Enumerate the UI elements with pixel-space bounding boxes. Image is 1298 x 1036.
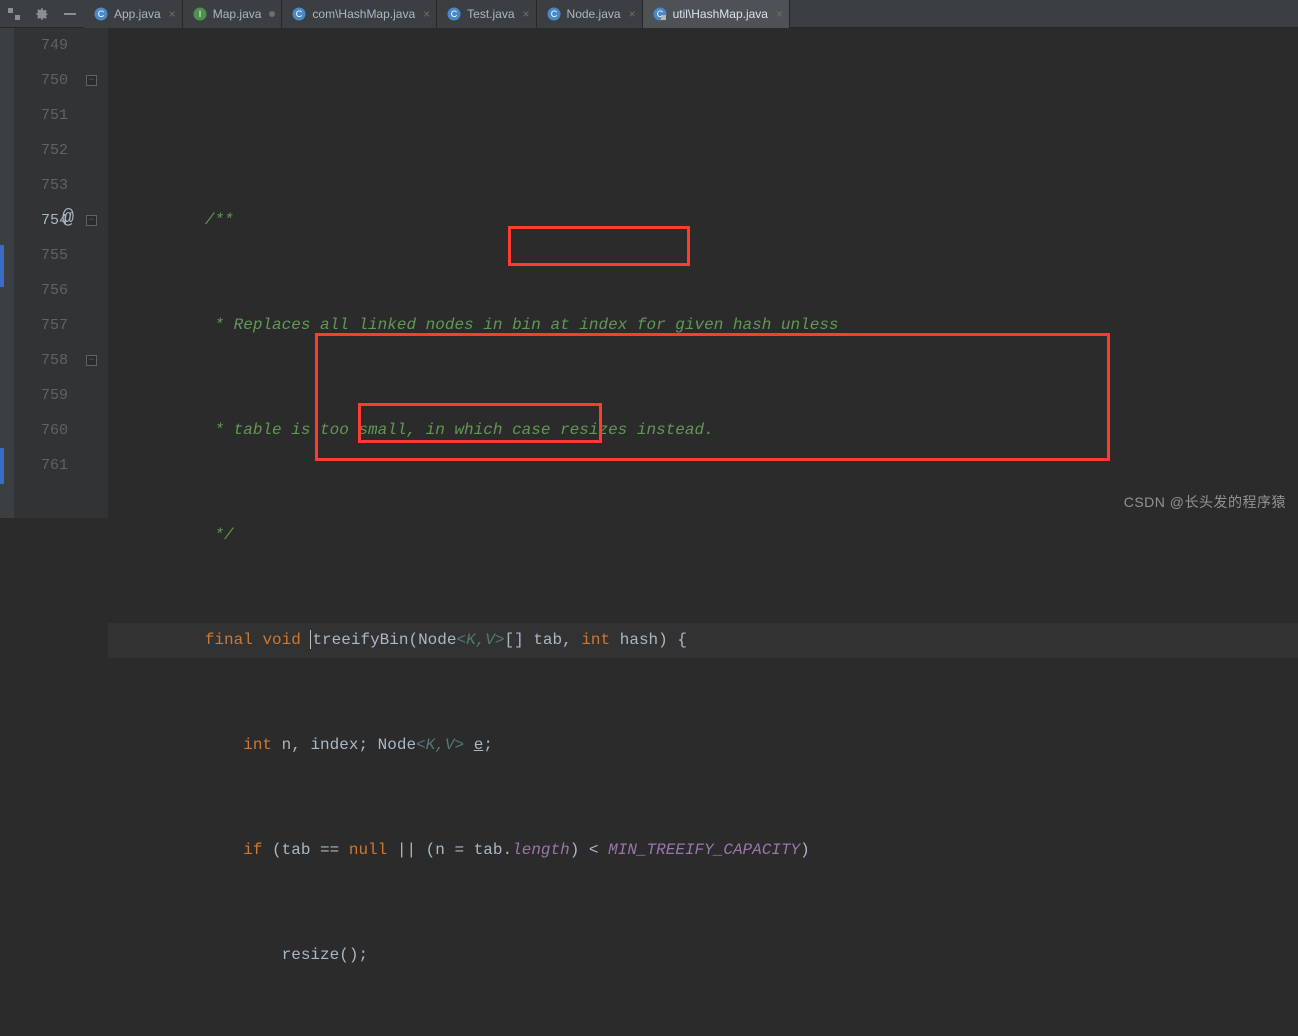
fold-toggle-icon[interactable]: −	[86, 215, 97, 226]
svg-text:C: C	[296, 9, 303, 19]
tab-label: Map.java	[213, 7, 262, 21]
line-number[interactable]: 759	[14, 378, 68, 413]
line-number[interactable]: 753	[14, 168, 68, 203]
code-editor[interactable]: /** * Replaces all linked nodes in bin a…	[108, 28, 1298, 518]
editor-tab[interactable]: I Map.java	[183, 0, 283, 28]
file-icon: I	[193, 7, 207, 21]
top-toolbar: C App.java × I Map.java Ccom\HashMap.java × C Te…	[0, 0, 1298, 28]
editor-area: 749750751752753754755756757758759760761 …	[0, 28, 1298, 518]
line-number[interactable]: 754	[14, 203, 68, 238]
file-icon: C	[94, 7, 108, 21]
tab-label: util\HashMap.java	[673, 7, 768, 21]
file-icon: C	[292, 7, 306, 21]
fold-column[interactable]: −−−@	[82, 28, 108, 518]
svg-text:C: C	[451, 9, 458, 19]
file-icon: C	[547, 7, 561, 21]
svg-text:C: C	[98, 9, 105, 19]
line-number[interactable]: 752	[14, 133, 68, 168]
close-icon[interactable]: ×	[629, 7, 636, 21]
minimize-icon[interactable]	[62, 6, 78, 22]
file-icon: C	[653, 7, 667, 21]
watermark: CSDN @长头发的程序猿	[1124, 492, 1286, 512]
svg-text:C: C	[550, 9, 557, 19]
toggle-icon[interactable]	[6, 6, 22, 22]
editor-tab[interactable]: C App.java ×	[84, 0, 183, 28]
left-margin	[0, 28, 14, 518]
line-number[interactable]: 751	[14, 98, 68, 133]
text-caret	[310, 630, 311, 649]
fold-toggle-icon[interactable]: −	[86, 75, 97, 86]
line-number[interactable]: 749	[14, 28, 68, 63]
line-number[interactable]: 755	[14, 238, 68, 273]
line-number[interactable]: 757	[14, 308, 68, 343]
tab-label: com\HashMap.java	[312, 7, 415, 21]
dirty-indicator-icon	[269, 11, 275, 17]
fold-toggle-icon[interactable]: −	[86, 355, 97, 366]
file-icon: C	[447, 7, 461, 21]
tab-label: Node.java	[567, 7, 621, 21]
close-icon[interactable]: ×	[776, 7, 783, 21]
override-marker-icon[interactable]: @	[62, 207, 74, 230]
line-number[interactable]: 760	[14, 413, 68, 448]
editor-tabs: C App.java × I Map.java Ccom\HashMap.java × C Te…	[84, 0, 1298, 28]
line-number[interactable]: 756	[14, 273, 68, 308]
tab-label: Test.java	[467, 7, 514, 21]
svg-text:I: I	[198, 9, 201, 19]
close-icon[interactable]: ×	[169, 7, 176, 21]
editor-tab[interactable]: Cutil\HashMap.java ×	[643, 0, 790, 28]
editor-tab[interactable]: C Node.java ×	[537, 0, 643, 28]
line-number[interactable]: 750	[14, 63, 68, 98]
editor-tab[interactable]: Ccom\HashMap.java ×	[282, 0, 437, 28]
line-number-gutter[interactable]: 749750751752753754755756757758759760761	[14, 28, 82, 518]
close-icon[interactable]: ×	[523, 7, 530, 21]
editor-tab[interactable]: C Test.java ×	[437, 0, 536, 28]
line-number[interactable]: 761	[14, 448, 68, 483]
close-icon[interactable]: ×	[423, 7, 430, 21]
gear-icon[interactable]	[34, 6, 50, 22]
line-number[interactable]: 758	[14, 343, 68, 378]
tab-label: App.java	[114, 7, 161, 21]
